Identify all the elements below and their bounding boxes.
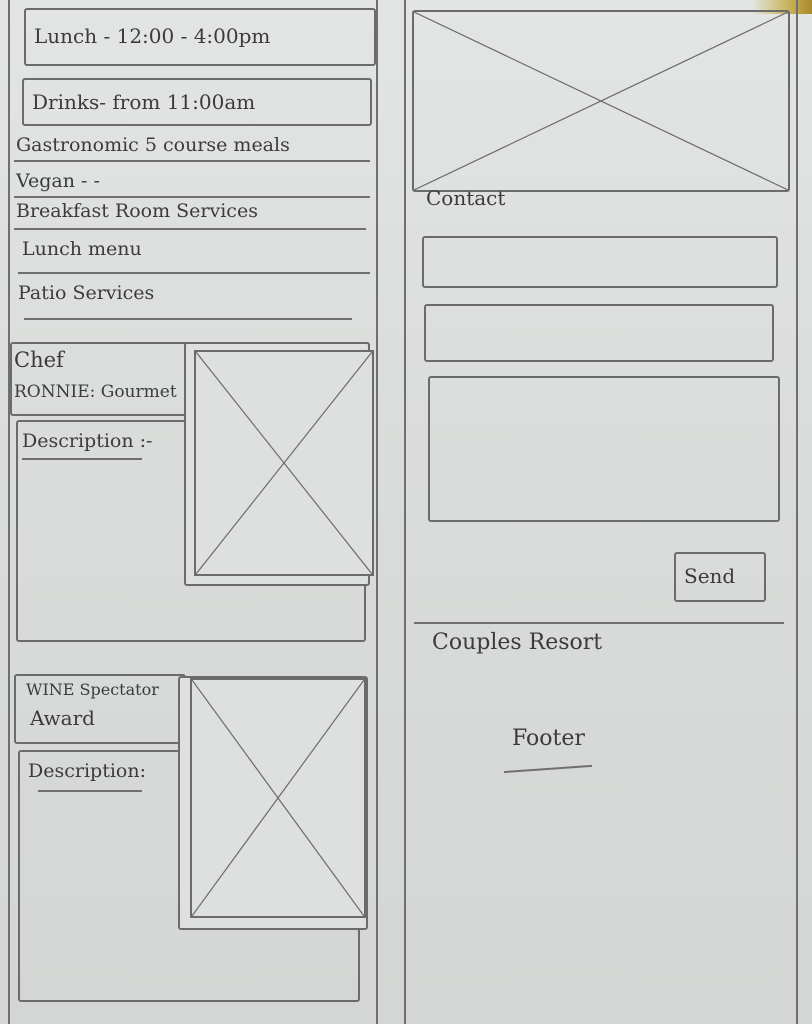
lunch-hours-box[interactable]: Lunch - 12:00 - 4:00pm [24, 8, 376, 66]
description-underline [38, 790, 142, 792]
image-placeholder-icon [414, 12, 788, 190]
menu-item-underline [14, 228, 366, 230]
drinks-hours-box[interactable]: Drinks- from 11:00am [22, 78, 372, 126]
menu-item-breakfast[interactable]: Breakfast Room Services [16, 200, 258, 222]
image-placeholder-icon [192, 680, 364, 916]
hero-image-placeholder [412, 10, 790, 192]
footer-brand: Couples Resort [432, 630, 603, 655]
wine-description-label: Description: [28, 760, 146, 782]
left-column-right-border [376, 0, 378, 1024]
chef-description-label: Description :- [22, 430, 153, 452]
menu-item-underline [14, 196, 370, 198]
menu-item-vegan[interactable]: Vegan - - [16, 170, 100, 192]
chef-title-box: Chef RONNIE: Gourmet [10, 342, 194, 416]
left-column-border [8, 0, 10, 1024]
send-button[interactable]: Send [674, 552, 766, 602]
right-column-left-border [404, 0, 406, 1024]
menu-item-gastronomic[interactable]: Gastronomic 5 course meals [16, 134, 290, 156]
menu-item-patio[interactable]: Patio Services [18, 282, 154, 304]
contact-heading: Contact [426, 186, 506, 210]
lunch-hours-text: Lunch - 12:00 - 4:00pm [34, 24, 271, 48]
menu-item-lunch-menu[interactable]: Lunch menu [22, 238, 142, 260]
wine-title-line2: Award [30, 706, 95, 730]
right-column-right-border [796, 0, 798, 1024]
contact-name-field[interactable] [422, 236, 778, 288]
menu-item-underline [18, 272, 370, 274]
menu-item-underline [24, 318, 352, 320]
chef-title: Chef [14, 348, 64, 372]
chef-image-placeholder [194, 350, 374, 576]
drinks-hours-text: Drinks- from 11:00am [32, 90, 256, 114]
image-placeholder-icon [196, 352, 372, 574]
send-button-label: Send [684, 564, 736, 588]
chef-name: RONNIE: Gourmet [14, 382, 177, 402]
menu-item-underline [14, 160, 370, 162]
wine-title-box: WINE Spectator Award [14, 674, 186, 744]
wine-title-line1: WINE Spectator [26, 680, 159, 699]
wine-image-placeholder [190, 678, 366, 918]
footer-label: Footer [512, 726, 585, 751]
footer-divider [414, 622, 784, 624]
contact-email-field[interactable] [424, 304, 774, 362]
contact-message-field[interactable] [428, 376, 780, 522]
description-underline [22, 458, 142, 460]
